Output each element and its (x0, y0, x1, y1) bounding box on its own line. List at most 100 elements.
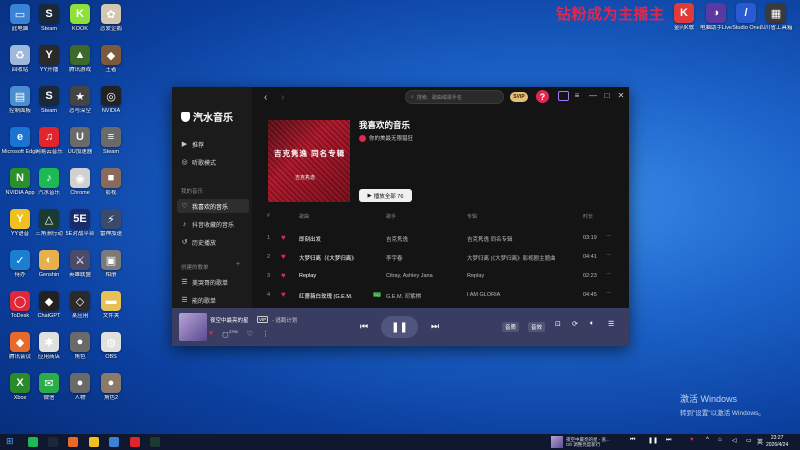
taskbar-next-icon[interactable]: ⏭ (666, 437, 671, 444)
col-album: 专辑 (467, 214, 478, 220)
nav-recommend[interactable]: ▶ 推荐 (177, 137, 249, 151)
dislike-icon[interactable]: ♡ (247, 330, 253, 338)
more-icon[interactable]: ··· (606, 252, 612, 258)
nav-douyin-favorites[interactable]: ♪ 抖音收藏的音乐 (177, 217, 249, 231)
track-artist[interactable]: 吉克隽逸 (386, 235, 456, 243)
like-heart-icon[interactable]: ♥ (209, 330, 213, 337)
taskbar-music-app-icon[interactable] (28, 437, 38, 447)
tray-volume-icon[interactable]: ◁ (732, 437, 737, 444)
col-artist: 歌手 (386, 214, 397, 220)
heart-icon[interactable]: ♥ (281, 290, 286, 299)
taskbar-meeting-icon[interactable] (68, 437, 78, 447)
more-icon[interactable]: ··· (606, 271, 612, 277)
track-action-icons: ♥ ▢3796 ♡ ⋮ (209, 329, 269, 338)
desktop-shortcut[interactable]: ▦ 四川省工具箱 (759, 3, 793, 41)
desktop-shortcut[interactable]: ≡ Steam (95, 127, 127, 165)
taskbar-yy-icon[interactable] (89, 437, 99, 447)
back-arrow-icon[interactable]: ‹ (264, 92, 267, 103)
forward-arrow-icon[interactable]: › (281, 92, 284, 103)
table-row[interactable]: 3 ♥ Replay Citray, Ashley Jana Replay 02… (252, 267, 629, 285)
track-artist[interactable]: 李宇春 (386, 254, 456, 262)
app-icon: K (70, 4, 90, 24)
windows-start-icon[interactable]: ⊞ (6, 436, 16, 446)
tray-heart-icon[interactable]: ♥ (690, 437, 694, 443)
taskbar-prev-icon[interactable]: ⏮ (630, 437, 635, 444)
taskbar-game-icon[interactable] (150, 437, 160, 447)
desktop-shortcut[interactable]: ◆ 王者 (95, 45, 127, 83)
taskbar-netease-icon[interactable] (130, 437, 140, 447)
next-track-icon[interactable]: ⏭ (431, 321, 439, 332)
repeat-icon[interactable]: ⟳ (572, 320, 578, 328)
desktop-shortcut[interactable]: ● 角色2 (95, 373, 127, 411)
heart-icon[interactable]: ♥ (281, 252, 286, 261)
mini-player-icon[interactable] (558, 91, 569, 101)
more-vertical-icon[interactable]: ⋮ (262, 330, 269, 338)
track-artist[interactable]: G.E.M. 邓紫棋 (386, 292, 456, 300)
track-album[interactable]: 大梦归离 (《大梦归离》影视剧主题曲) (467, 254, 555, 262)
input-language-indicator[interactable]: 英 (757, 437, 763, 446)
desktop-shortcut[interactable]: ◍ OBS (95, 332, 127, 370)
desktop-shortcut[interactable]: ✿ 恋爱企鹅 (95, 4, 127, 42)
more-icon[interactable]: ··· (606, 233, 612, 239)
taskbar-explorer-icon[interactable] (109, 437, 119, 447)
close-icon[interactable]: ✕ (616, 91, 626, 100)
desktop-shortcut[interactable]: ◎ NVIDIA (95, 86, 127, 124)
nav-history[interactable]: ↺ 历史播放 (177, 235, 249, 249)
comment-icon[interactable]: ▢3796 (222, 329, 238, 338)
app-icon: ▦ (766, 3, 786, 23)
table-row[interactable]: 2 ♥ 大梦归离（《大梦归离》 李宇春 大梦归离 (《大梦归离》影视剧主题曲) … (252, 248, 629, 266)
track-album[interactable]: 吉克隽逸 同名专辑 (467, 235, 555, 243)
maximize-icon[interactable]: □ (602, 91, 612, 100)
shortcut-label: 影视 (105, 190, 117, 196)
pause-button[interactable]: ❚❚ (381, 316, 418, 338)
music-app-window: 汽水音乐 ▶ 推荐 ◎ 听歌模式 我的音乐 ♡ 我喜欢的音乐 ♪ 抖音收藏的音乐… (172, 87, 629, 346)
help-icon[interactable]: ? (536, 90, 549, 103)
minimize-icon[interactable]: — (588, 91, 598, 100)
previous-track-icon[interactable]: ⏮ (360, 321, 368, 332)
search-input[interactable]: ⌕ 搜索、歌曲或歌手名 (405, 90, 504, 104)
add-playlist-button[interactable]: + (236, 261, 240, 268)
nav-playlist-1[interactable]: ☰ 美哭哥的歌单 (177, 275, 249, 289)
desktop-shortcut[interactable]: ▣ 相册 (95, 250, 127, 288)
settings-menu-icon[interactable]: ≡ (572, 91, 582, 100)
taskbar-now-playing[interactable]: 夜空中最亮的星 - 逃... Oh 调整亮度新行 (551, 435, 635, 449)
system-clock[interactable]: 23:27 2026/4/24 (766, 435, 788, 449)
track-album[interactable]: I AM GLORIA (467, 292, 555, 298)
taskbar-steam-icon[interactable] (48, 437, 58, 447)
svip-badge[interactable]: SVIP (510, 92, 528, 102)
heart-icon[interactable]: ♥ (281, 271, 286, 280)
now-playing-artist[interactable]: - 逃跑计划 (272, 316, 297, 324)
more-icon[interactable]: ··· (606, 290, 612, 296)
play-all-button[interactable]: ▶ 播放全部 76 (359, 189, 412, 202)
now-playing-cover[interactable] (179, 313, 207, 341)
tray-network-icon[interactable]: ⌂ (718, 437, 722, 443)
table-row[interactable]: 4 ♥ 红蔷薇白玫瑰 (G.E.M. SQ G.E.M. 邓紫棋 I AM GL… (252, 286, 629, 304)
nav-listen-mode[interactable]: ◎ 听歌模式 (177, 155, 249, 169)
app-icon: ◎ (101, 86, 121, 106)
playlist-icon: ☰ (181, 296, 188, 304)
queue-icon[interactable]: ☰ (608, 320, 614, 328)
tray-chevron-up-icon[interactable]: ^ (706, 437, 709, 443)
nav-playlist-2[interactable]: ☰ 能的歌单 (177, 293, 249, 307)
desktop-shortcut[interactable]: ■ 影视 (95, 168, 127, 206)
desktop-shortcut[interactable]: ▬ 文件夹 (95, 291, 127, 329)
vip-badge: VIP (257, 316, 269, 323)
activate-title: 激活 Windows (680, 394, 738, 404)
tray-battery-icon[interactable]: ▭ (746, 437, 752, 444)
taskbar-pause-icon[interactable]: ❚❚ (648, 437, 658, 444)
app-icon: ◍ (101, 332, 121, 352)
desktop-shortcut[interactable]: ⚡ 雷神加速 (95, 209, 127, 247)
track-album[interactable]: Replay (467, 273, 555, 279)
quality-button[interactable]: 音质 (502, 322, 520, 332)
app-icon: ◯ (10, 291, 30, 311)
table-row[interactable]: 1 ♥ 即刻出发 吉克隽逸 吉克隽逸 同名专辑 03:19 ··· (252, 229, 629, 247)
lyrics-icon[interactable]: ⊡ (555, 320, 561, 328)
clock-date: 2026/4/24 (766, 442, 789, 448)
nav-liked-music[interactable]: ♡ 我喜欢的音乐 (177, 199, 249, 213)
heart-icon[interactable]: ♥ (281, 233, 286, 242)
track-artist[interactable]: Citray, Ashley Jana (386, 273, 456, 279)
section-created-playlists: 创建的歌单 (181, 265, 209, 271)
effect-button[interactable]: 音效 (528, 322, 546, 332)
playlist-owner[interactable]: 你的美最无限猖狂 (359, 134, 413, 142)
volume-icon[interactable]: 🔈︎ (590, 320, 594, 328)
